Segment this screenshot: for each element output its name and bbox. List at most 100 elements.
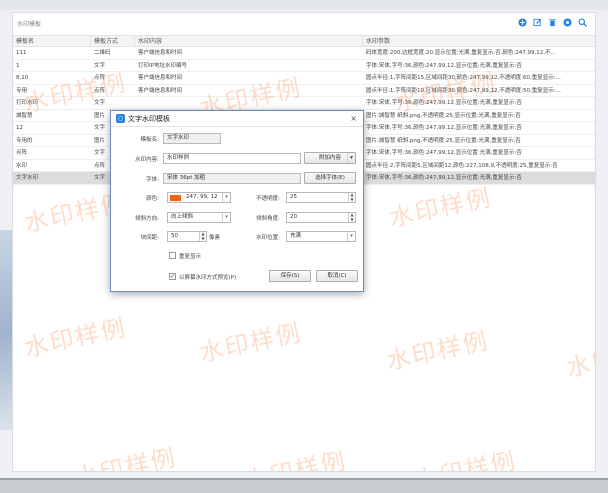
cell-content: 客户端信息和时间: [138, 50, 183, 56]
text-watermark-dialog: ○ 文字水印模板 × 模板名: 文字水印 水印内容: 水印样例 附加内容 ▾ 字…: [110, 110, 364, 292]
dialog-titlebar: ○ 文字水印模板 ×: [111, 111, 363, 127]
position-value: 充满: [290, 233, 302, 239]
repeat-label: 重复显示: [179, 254, 202, 260]
spin-arrows-icon[interactable]: ▲ ▼: [348, 193, 355, 202]
taskbar: [0, 478, 608, 493]
opacity-stepper[interactable]: 25 ▲ ▼: [286, 192, 356, 203]
preview-icon[interactable]: [563, 18, 572, 27]
font-label: 字体:: [146, 177, 159, 183]
cell-params: 圆点半径:1,字阵间距10,区域间距30,颜色:247,99,12,不透明度:5…: [366, 87, 561, 94]
watermark-sample: 水印样例: [241, 446, 350, 472]
color-value: 247, 99, 12: [186, 194, 218, 200]
chevron-down-icon: ▾: [347, 232, 355, 241]
watermark-sample: 水印样例: [21, 313, 130, 363]
add-icon[interactable]: [518, 18, 527, 27]
cell-params: 字体:宋体,字号:36,颜色:247,99,12,显示位置:光满,重复显示:否: [366, 150, 522, 156]
spacing-label: 块间距:: [140, 235, 159, 241]
cell-name: 打印水印: [16, 100, 39, 106]
chevron-down-icon: ▾: [222, 213, 230, 222]
cell-name: 点阵: [16, 150, 28, 156]
template-name-label: 模板名:: [140, 137, 159, 143]
position-label: 水印位置:: [256, 235, 280, 241]
content-field[interactable]: 水印样例: [163, 153, 301, 164]
chevron-down-icon: ▾: [222, 193, 230, 202]
cell-mode: 文字: [94, 62, 106, 69]
cell-name: 111: [16, 50, 27, 56]
color-picker[interactable]: 247, 99, 12 ▾: [167, 192, 231, 203]
spin-arrows-icon[interactable]: ▲ ▼: [348, 213, 355, 222]
cell-mode: 点阵: [94, 87, 106, 94]
search-icon[interactable]: [578, 18, 587, 27]
cancel-button[interactable]: 取消(C): [316, 270, 358, 282]
cell-params: 字体:宋体,字号:36,颜色:247,99,12,显示位置:光满,重复显示:否: [366, 175, 522, 181]
table-row[interactable]: 打印水印 文字 字体:宋体,字号:36,颜色:247,99,12,显示位置:光满,重…: [13, 97, 595, 110]
choose-font-button[interactable]: 选择字体(E): [304, 172, 356, 184]
add-content-button[interactable]: 附加内容 ▾: [304, 152, 356, 164]
desktop-top-strip: [0, 0, 608, 10]
spacing-value: 50: [171, 233, 178, 239]
close-icon[interactable]: ×: [350, 114, 357, 123]
add-content-label: 附加内容: [318, 155, 341, 161]
cell-params: 图片:城智慧 纸斜.png,不透明度:25,显示位置:光满,重复显示:否: [366, 137, 521, 144]
cell-name: 专用: [16, 87, 28, 94]
color-label: 颜色:: [146, 196, 159, 202]
table-row[interactable]: 111 二维码 客户端信息和时间 码体宽度:200,边框宽度:20,显示位置:光满,重…: [13, 47, 595, 60]
cell-params: 字体:宋体,字号:36,颜色:247,99,12,显示位置:光满,重复显示:否: [366, 100, 522, 106]
col-header-mode[interactable]: 模板方式: [91, 36, 135, 46]
template-name-field[interactable]: 文字水印: [163, 133, 221, 144]
spin-arrows-icon[interactable]: ▲ ▼: [199, 232, 206, 241]
cell-params: 字体:宋体,字号:36,颜色:247,99,12,显示位置:光满,重复显示:否: [366, 125, 522, 131]
watermark-sample: 水印样例: [563, 333, 596, 383]
spacing-stepper[interactable]: 50 ▲ ▼: [167, 231, 207, 242]
cell-name: 水印: [16, 162, 28, 169]
panel-title: 水印模板: [17, 21, 42, 28]
col-header-content[interactable]: 水印内容: [135, 36, 363, 46]
dialog-title: 文字水印模板: [128, 114, 170, 123]
cell-params: 圆点半径:1,字阵间距15,区域间距30,颜色:247,99,12,不透明度:6…: [366, 75, 561, 81]
watermark-sample: 水印样例: [411, 446, 520, 472]
opacity-label: 不透明度:: [256, 196, 280, 202]
table-row[interactable]: 专用 点阵 客户端信息和时间 圆点半径:1,字阵间距10,区域间距30,颜色:247,…: [13, 85, 595, 97]
cell-name: 城智慧: [16, 112, 33, 119]
save-button[interactable]: 保存(S): [269, 270, 311, 282]
watermark-sample: 水印样例: [383, 326, 492, 376]
repeat-checkbox[interactable]: [169, 252, 176, 259]
tilt-direction-label: 倾斜方向:: [135, 216, 159, 222]
cell-mode: 文字: [94, 100, 106, 106]
cell-content: 客户端信息和时间: [138, 75, 183, 81]
cell-name: 12: [16, 125, 23, 131]
tilt-angle-value: 20: [290, 214, 297, 220]
cell-content: [135, 97, 363, 109]
grid-header: 模板名 模板方式 水印内容 水印参数: [13, 35, 595, 47]
content-label: 水印内容:: [135, 157, 159, 163]
col-header-params[interactable]: 水印参数: [363, 36, 595, 46]
watermark-sample: 水印样例: [71, 443, 180, 472]
table-row[interactable]: 8,10 点阵 客户端信息和时间 圆点半径:1,字阵间距15,区域间距30,颜色:24…: [13, 72, 595, 85]
cell-params: 字体:宋体,字号:36,颜色:247,99,12,显示位置:光满,重复显示:否: [366, 62, 522, 69]
tilt-direction-select[interactable]: 向上倾斜 ▾: [167, 212, 231, 223]
cell-params: 图片:城智慧 纸斜.png,不透明度:25,显示位置:光满,重复显示:否: [366, 112, 521, 119]
table-row[interactable]: 1 文字 打印IP地址水印编号 字体:宋体,字号:36,颜色:247,99,12,显示…: [13, 60, 595, 72]
color-swatch: [170, 194, 181, 201]
cell-params: 码体宽度:200,边框宽度:20,显示位置:光满,重复显示:否,颜色:247,9…: [366, 50, 556, 56]
delete-icon[interactable]: [548, 18, 557, 27]
chevron-down-icon: ▾: [347, 153, 355, 163]
tilt-direction-value: 向上倾斜: [171, 214, 194, 220]
cell-mode: 二维码: [94, 50, 111, 56]
position-select[interactable]: 充满 ▾: [286, 231, 356, 242]
cell-content: 客户端信息和时间: [138, 87, 183, 94]
cell-name: 专用的: [16, 137, 33, 144]
cell-name: 文字水印: [16, 175, 39, 181]
screen-preview-label: 以屏幕水印方式预览(P): [179, 275, 237, 281]
opacity-value: 25: [290, 194, 297, 200]
watermark-sample: 水印样例: [196, 318, 305, 368]
tilt-angle-stepper[interactable]: 20 ▲ ▼: [286, 212, 356, 223]
font-field[interactable]: 宋体 36pt 加粗: [163, 173, 301, 184]
col-header-name[interactable]: 模板名: [13, 36, 91, 46]
watermark-sample: 水印样例: [386, 183, 495, 233]
cell-name: 1: [16, 62, 20, 69]
edit-icon[interactable]: [533, 18, 542, 27]
cell-name: 8,10: [16, 75, 29, 81]
cell-mode: 点阵: [94, 75, 106, 81]
screen-preview-checkbox[interactable]: ✓: [169, 273, 176, 280]
